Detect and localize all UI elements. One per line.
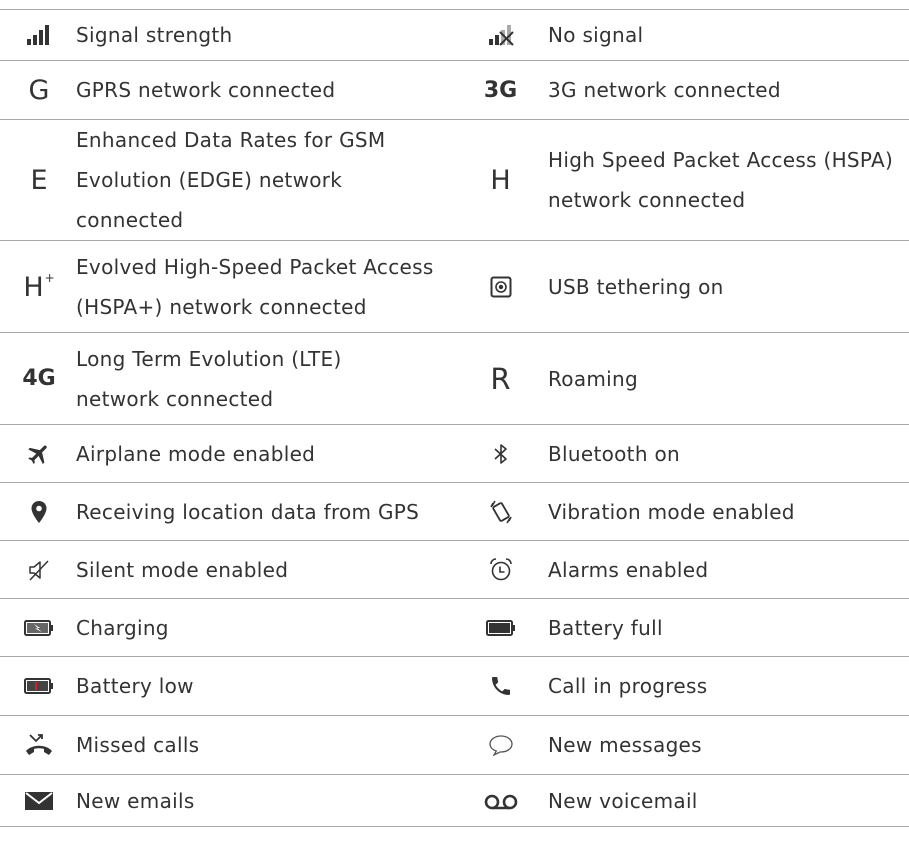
3g-icon: 3G	[483, 77, 518, 103]
table-row: Battery low Call in progress	[0, 656, 909, 715]
hspa-plus-icon: H+	[23, 270, 55, 303]
battery-low-icon	[0, 677, 76, 695]
table-cell: USB tethering on	[453, 241, 909, 332]
table-row: Receiving location data from GPS Vibrati…	[0, 482, 909, 540]
row-label: New emails	[76, 788, 195, 813]
missed-call-icon	[0, 732, 76, 758]
table-row: Silent mode enabled Alarms enabled	[0, 540, 909, 598]
row-label: Evolved High-Speed Packet Access (HSPA+)…	[76, 254, 434, 319]
row-label: New messages	[548, 733, 702, 757]
location-pin-icon	[0, 500, 76, 524]
table-row: 4G Long Term Evolution (LTE) network con…	[0, 332, 909, 424]
table-cell: R Roaming	[453, 333, 909, 424]
table-cell: Missed calls	[0, 716, 453, 774]
table-cell: Airplane mode enabled	[0, 425, 453, 482]
silent-mode-icon	[0, 558, 76, 582]
row-label: High Speed Packet Access (HSPA) network …	[548, 148, 894, 212]
table-row: E Enhanced Data Rates for GSM Evolution …	[0, 119, 909, 240]
row-label: USB tethering on	[548, 274, 724, 299]
lte-icon: 4G	[22, 366, 56, 391]
status-icon-table: Signal strength No signal G GPRS network…	[0, 9, 909, 827]
table-cell: No signal	[453, 10, 909, 60]
battery-charging-icon	[0, 619, 76, 637]
row-label: Battery low	[76, 674, 194, 698]
row-label: Signal strength	[76, 23, 233, 47]
row-label: Alarms enabled	[548, 557, 709, 582]
row-label: No signal	[548, 23, 644, 47]
table-row: Signal strength No signal	[0, 9, 909, 60]
usb-tethering-icon	[453, 276, 548, 298]
gprs-icon: G	[28, 74, 50, 106]
row-label: Missed calls	[76, 733, 200, 757]
row-label: Vibration mode enabled	[548, 499, 795, 524]
no-signal-icon	[453, 24, 548, 46]
voicemail-icon	[453, 791, 548, 811]
battery-full-icon	[453, 619, 548, 637]
table-cell: H High Speed Packet Access (HSPA) networ…	[453, 120, 909, 240]
row-label: 3G network connected	[548, 78, 781, 102]
table-row: H+ Evolved High-Speed Packet Access (HSP…	[0, 240, 909, 332]
email-envelope-icon	[0, 790, 76, 812]
table-row: New emails New voicemail	[0, 774, 909, 827]
row-label: New voicemail	[548, 788, 698, 813]
row-label: Receiving location data from GPS	[76, 499, 420, 524]
row-label: Long Term Evolution (LTE) network connec…	[76, 346, 342, 411]
table-row: Missed calls New messages	[0, 715, 909, 774]
table-cell: New messages	[453, 716, 909, 774]
row-label: Bluetooth on	[548, 441, 680, 466]
bluetooth-icon	[453, 442, 548, 466]
table-cell: G GPRS network connected	[0, 61, 453, 119]
row-label: Silent mode enabled	[76, 557, 289, 582]
table-cell: 4G Long Term Evolution (LTE) network con…	[0, 333, 453, 424]
row-label: GPRS network connected	[76, 78, 336, 102]
table-cell: Battery full	[453, 599, 909, 656]
table-cell: Bluetooth on	[453, 425, 909, 482]
row-label: Call in progress	[548, 674, 708, 698]
roaming-icon: R	[490, 361, 511, 396]
hspa-icon: H	[490, 164, 511, 196]
vibration-icon	[453, 499, 548, 525]
row-label: Airplane mode enabled	[76, 441, 316, 466]
table-cell: Charging	[0, 599, 453, 656]
edge-icon: E	[30, 164, 48, 196]
table-cell: Call in progress	[453, 657, 909, 715]
table-cell: Vibration mode enabled	[453, 483, 909, 540]
message-bubble-icon	[453, 734, 548, 756]
phone-call-icon	[453, 674, 548, 698]
table-row: G GPRS network connected 3G 3G network c…	[0, 60, 909, 119]
table-row: Charging Battery full	[0, 598, 909, 656]
table-cell: Silent mode enabled	[0, 541, 453, 598]
table-cell: H+ Evolved High-Speed Packet Access (HSP…	[0, 241, 453, 332]
signal-strength-icon	[0, 24, 76, 46]
airplane-icon	[0, 441, 76, 467]
table-cell: New emails	[0, 775, 453, 826]
table-cell: Alarms enabled	[453, 541, 909, 598]
table-cell: E Enhanced Data Rates for GSM Evolution …	[0, 120, 453, 240]
row-label: Battery full	[548, 615, 663, 640]
table-cell: Receiving location data from GPS	[0, 483, 453, 540]
alarm-icon	[453, 557, 548, 583]
table-cell: Battery low	[0, 657, 453, 715]
table-cell: Signal strength	[0, 10, 453, 60]
table-cell: 3G 3G network connected	[453, 61, 909, 119]
row-label: Charging	[76, 615, 169, 640]
table-cell: New voicemail	[453, 775, 909, 826]
row-label: Enhanced Data Rates for GSM Evolution (E…	[76, 128, 386, 232]
table-row: Airplane mode enabled Bluetooth on	[0, 424, 909, 482]
row-label: Roaming	[548, 366, 639, 391]
